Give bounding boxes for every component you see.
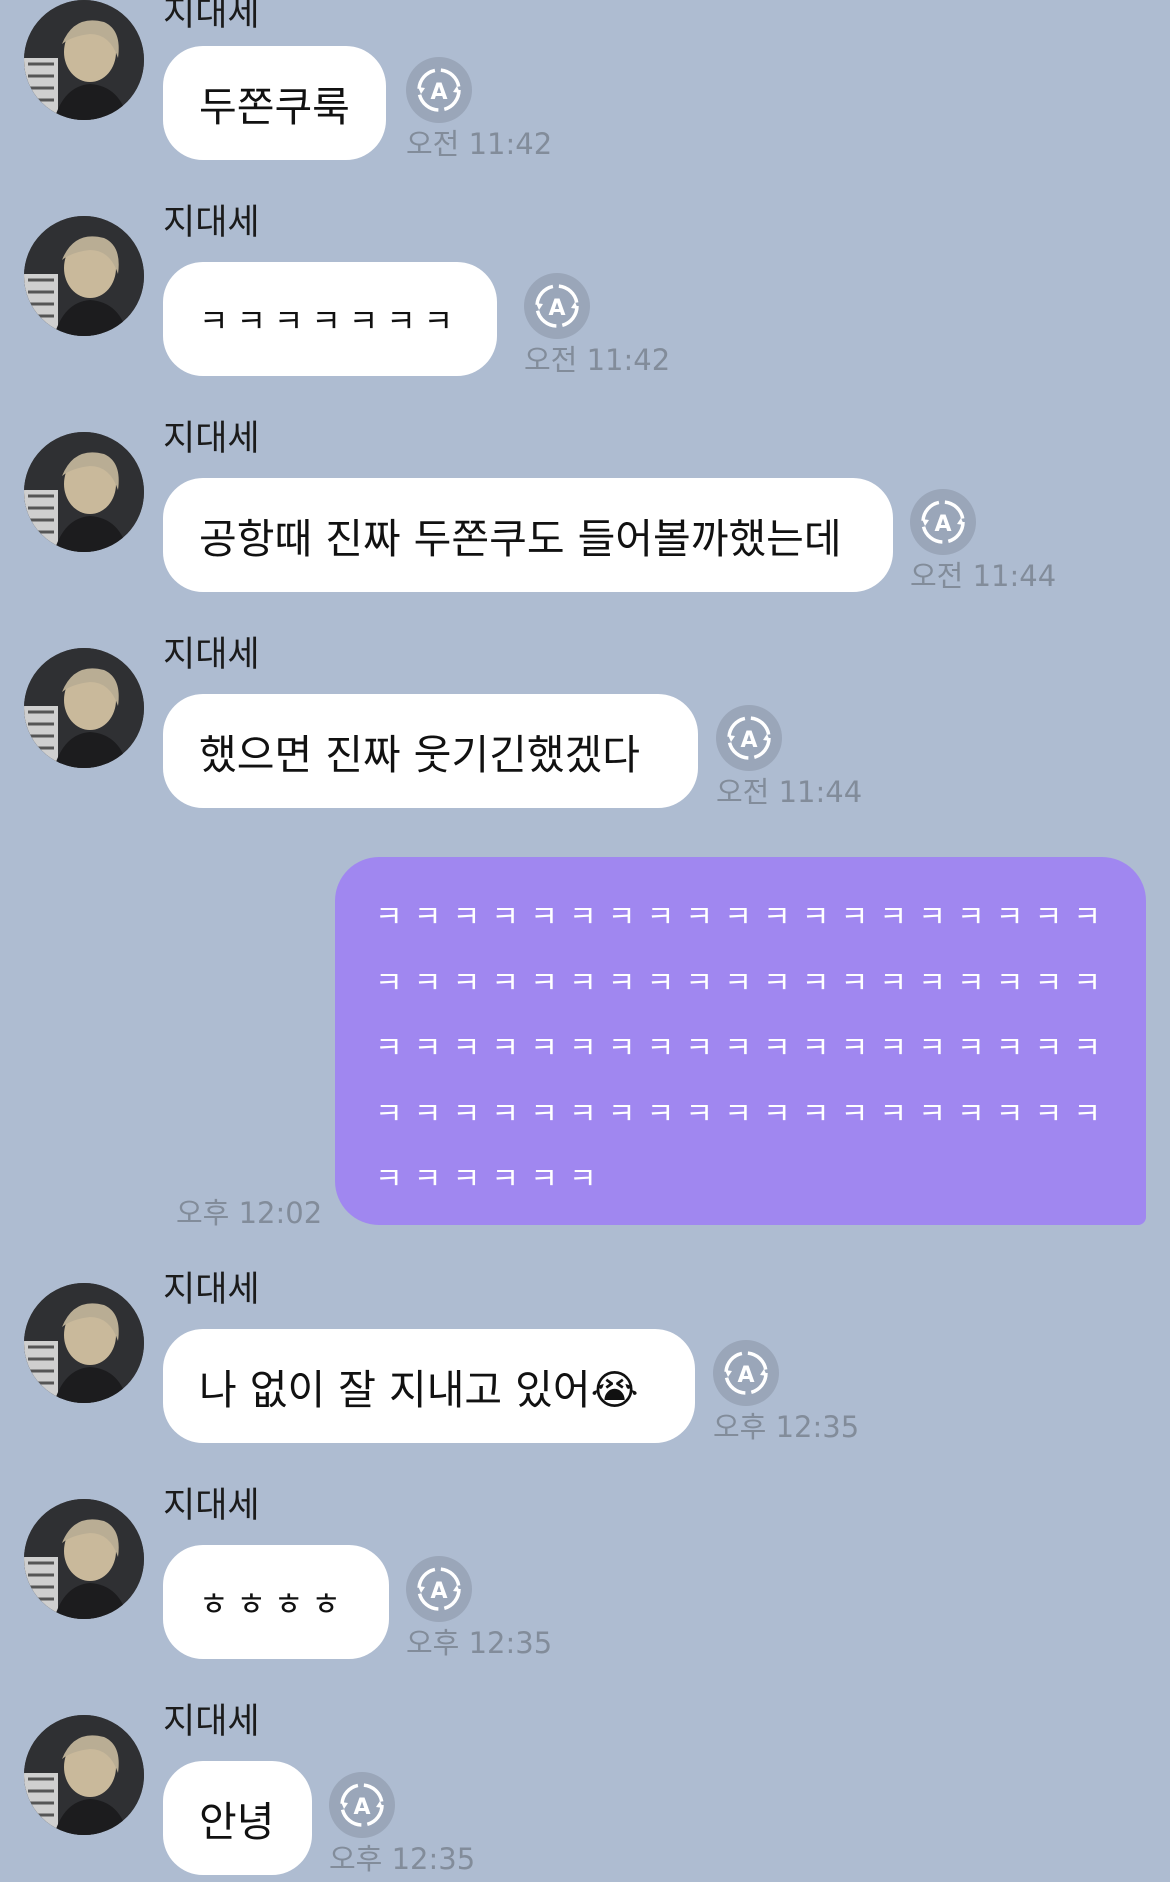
message-time: 오전 11:44 <box>716 775 863 809</box>
translate-icon[interactable]: A <box>406 1556 472 1622</box>
message-line: ㅋㅋㅋㅋㅋㅋㅋㅋㅋㅋㅋㅋㅋㅋㅋㅋㅋㅋㅋ <box>375 1031 1113 1066</box>
message-meta: A 오후 12:35 <box>713 1340 863 1450</box>
outgoing-message-bubble[interactable]: ㅋㅋㅋㅋㅋㅋㅋㅋㅋㅋㅋㅋㅋㅋㅋㅋㅋㅋㅋ ㅋㅋㅋㅋㅋㅋㅋㅋㅋㅋㅋㅋㅋㅋㅋㅋㅋㅋㅋ … <box>335 857 1146 1225</box>
svg-text:A: A <box>740 728 757 753</box>
translate-icon[interactable]: A <box>329 1772 395 1838</box>
message-time: 오전 11:44 <box>910 559 1057 593</box>
chat-view[interactable]: 지대세 두쫀쿠룩 A 오전 11:42 지대세 ㅋㅋㅋㅋㅋㅋㅋ A 오전 11:… <box>0 0 1170 1882</box>
sender-name: 지대세 <box>163 0 260 34</box>
sender-name: 지대세 <box>163 203 260 243</box>
translate-icon[interactable]: A <box>716 705 782 771</box>
message-time: 오후 12:02 <box>176 1196 323 1230</box>
message-meta: A 오전 11:42 <box>524 273 674 383</box>
message-bubble[interactable]: 했으면 진짜 웃기긴했겠다 <box>163 694 698 808</box>
message-meta: A 오전 11:42 <box>406 57 556 167</box>
avatar[interactable] <box>24 1715 144 1835</box>
message-bubble[interactable]: 두쫀쿠룩 <box>163 46 386 160</box>
svg-text:A: A <box>353 1795 370 1820</box>
sender-name: 지대세 <box>163 635 260 675</box>
avatar[interactable] <box>24 0 144 120</box>
svg-text:A: A <box>430 1579 447 1604</box>
sender-name: 지대세 <box>163 1702 260 1742</box>
message-meta: A 오전 11:44 <box>910 489 1060 599</box>
message-meta: A 오후 12:35 <box>329 1772 479 1882</box>
message-time: 오후 12:35 <box>713 1410 860 1444</box>
avatar[interactable] <box>24 648 144 768</box>
avatar[interactable] <box>24 1283 144 1403</box>
avatar[interactable] <box>24 432 144 552</box>
message-time: 오전 11:42 <box>406 127 553 161</box>
sender-name: 지대세 <box>163 1270 260 1310</box>
svg-text:A: A <box>548 296 565 321</box>
message-bubble[interactable]: ㅎㅎㅎㅎ <box>163 1545 389 1659</box>
avatar[interactable] <box>24 216 144 336</box>
message-line: ㅋㅋㅋㅋㅋㅋㅋㅋㅋㅋㅋㅋㅋㅋㅋㅋㅋㅋㅋ <box>375 1096 1113 1132</box>
message-bubble[interactable]: 안녕 <box>163 1761 312 1875</box>
translate-icon[interactable]: A <box>524 273 590 339</box>
sender-name: 지대세 <box>163 419 260 459</box>
translate-icon[interactable]: A <box>910 489 976 555</box>
message-bubble[interactable]: 나 없이 잘 지내고 있어😭 <box>163 1329 695 1443</box>
svg-text:A: A <box>737 1363 754 1388</box>
message-line: ㅋㅋㅋㅋㅋㅋㅋㅋㅋㅋㅋㅋㅋㅋㅋㅋㅋㅋㅋ <box>375 900 1113 935</box>
message-time: 오후 12:35 <box>406 1626 553 1660</box>
message-meta: A 오전 11:44 <box>716 705 866 815</box>
message-line: ㅋㅋㅋㅋㅋㅋ <box>375 1162 608 1197</box>
message-bubble[interactable]: 공항때 진짜 두쫀쿠도 들어볼까했는데 <box>163 478 893 592</box>
svg-text:A: A <box>430 80 447 105</box>
translate-icon[interactable]: A <box>406 57 472 123</box>
message-line: ㅋㅋㅋㅋㅋㅋㅋㅋㅋㅋㅋㅋㅋㅋㅋㅋㅋㅋㅋ <box>375 965 1113 1001</box>
sender-name: 지대세 <box>163 1486 260 1526</box>
message-bubble[interactable]: ㅋㅋㅋㅋㅋㅋㅋ <box>163 262 498 376</box>
translate-icon[interactable]: A <box>713 1340 779 1406</box>
avatar[interactable] <box>24 1499 144 1619</box>
message-meta: A 오후 12:35 <box>406 1556 556 1666</box>
message-time: 오전 11:42 <box>524 343 671 377</box>
message-time: 오후 12:35 <box>329 1842 476 1876</box>
svg-text:A: A <box>934 512 951 537</box>
